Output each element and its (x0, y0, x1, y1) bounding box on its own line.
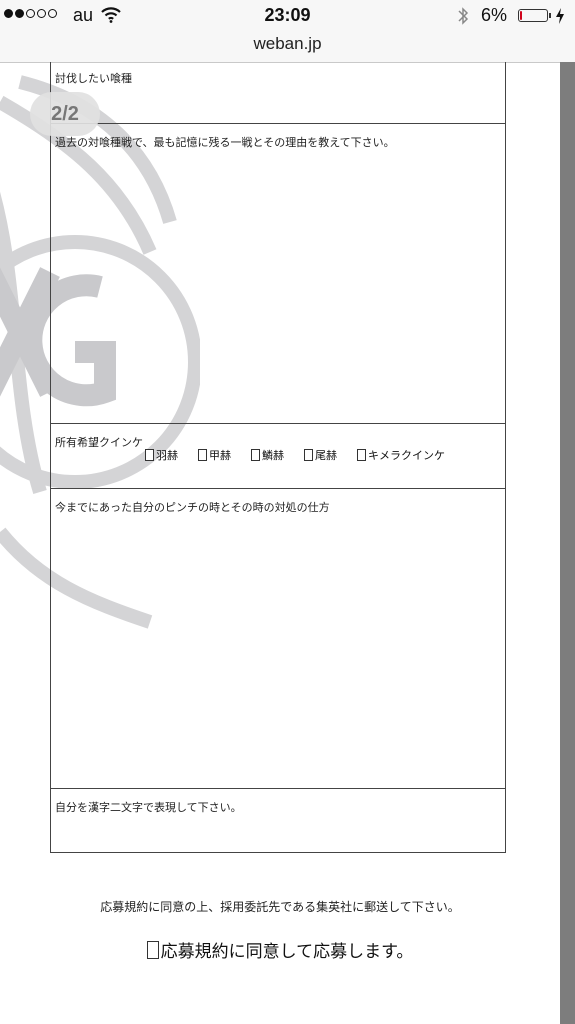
checkbox-icon[interactable] (146, 940, 159, 959)
charging-icon (555, 7, 565, 30)
quinque-option-rinkaku[interactable]: 鱗赫 (251, 447, 284, 463)
form-section-two-kanji[interactable]: 自分を漢字二文字で表現して下さい。 (50, 789, 506, 853)
form-section-target-ghoul[interactable]: 討伐したい喰種 (50, 62, 506, 124)
submission-notice: 応募規約に同意の上、採用委託先である集英社に郵送して下さい。 (100, 900, 460, 914)
form-section-crisis[interactable]: 今までにあった自分のピンチの時とその時の対処の仕方 (50, 489, 506, 789)
checkbox-icon[interactable] (145, 449, 154, 461)
quinque-option-ukaku[interactable]: 羽赫 (145, 447, 178, 463)
scrollbar[interactable] (560, 62, 575, 1024)
checkbox-icon[interactable] (251, 449, 260, 461)
checkbox-icon[interactable] (304, 449, 313, 461)
url-text[interactable]: weban.jp (0, 34, 575, 54)
bluetooth-icon (457, 6, 469, 31)
option-label: キメラクインケ (368, 449, 445, 462)
checkbox-icon[interactable] (357, 449, 366, 461)
status-bar: au 23:09 6% (0, 0, 575, 34)
option-label: 甲赫 (209, 449, 231, 462)
field-label: 今までにあった自分のピンチの時とその時の対処の仕方 (55, 501, 330, 514)
quinque-option-koukaku[interactable]: 甲赫 (198, 447, 231, 463)
option-label: 尾赫 (315, 449, 337, 462)
agree-label: 応募規約に同意して応募します。 (160, 942, 414, 962)
field-label: 過去の対喰種戦で、最も記憶に残る一戦とその理由を教えて下さい。 (55, 136, 395, 149)
field-label: 自分を漢字二文字で表現して下さい。 (55, 801, 242, 814)
quinque-option-chimera[interactable]: キメラクインケ (357, 447, 445, 463)
quinque-option-bikaku[interactable]: 尾赫 (304, 447, 337, 463)
address-bar[interactable]: weban.jp (0, 34, 575, 63)
field-label: 討伐したい喰種 (55, 72, 132, 85)
field-label: 所有希望クインケ (55, 436, 143, 449)
page-indicator: 2/2 (30, 92, 100, 136)
checkbox-icon[interactable] (198, 449, 207, 461)
quinque-options: 羽赫 甲赫 鱗赫 尾赫 キメラクインケ (145, 447, 445, 463)
option-label: 羽赫 (156, 449, 178, 462)
battery-tip (549, 13, 551, 18)
form-section-quinque: 所有希望クインケ 羽赫 甲赫 鱗赫 尾赫 キメラクインケ (50, 424, 506, 489)
option-label: 鱗赫 (262, 449, 284, 462)
battery-icon (518, 9, 548, 22)
agree-checkbox-row[interactable]: 応募規約に同意して応募します。 (0, 937, 560, 962)
battery-level-fill (520, 11, 522, 20)
battery-percent: 6% (481, 5, 508, 25)
form-section-memorable-battle[interactable]: 過去の対喰種戦で、最も記憶に残る一戦とその理由を教えて下さい。 (50, 124, 506, 424)
